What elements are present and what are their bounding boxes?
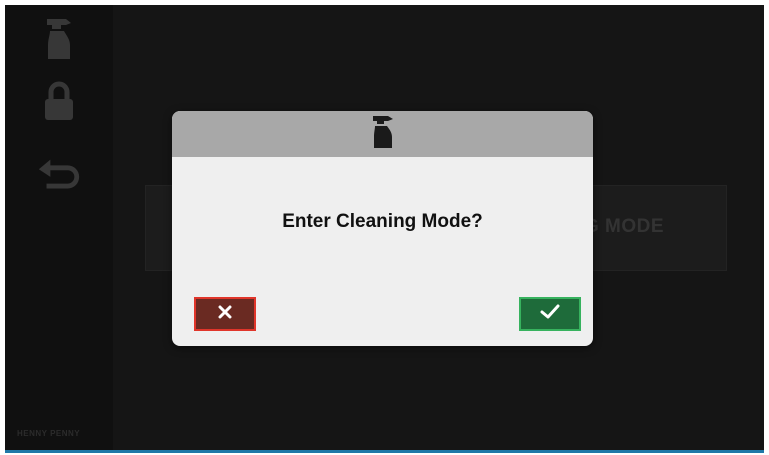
cancel-button[interactable] [194,297,256,331]
confirm-button[interactable] [519,297,581,331]
confirm-dialog: Enter Cleaning Mode? [172,111,593,346]
bottom-accent-bar [5,450,764,453]
close-icon [218,305,232,324]
spray-bottle-icon [371,115,395,154]
check-icon [540,304,560,325]
screen: HENNY PENNY CLEANING MODE Enter Cleaning… [5,5,764,450]
dialog-message: Enter Cleaning Mode? [282,211,483,232]
dialog-header [172,111,593,157]
